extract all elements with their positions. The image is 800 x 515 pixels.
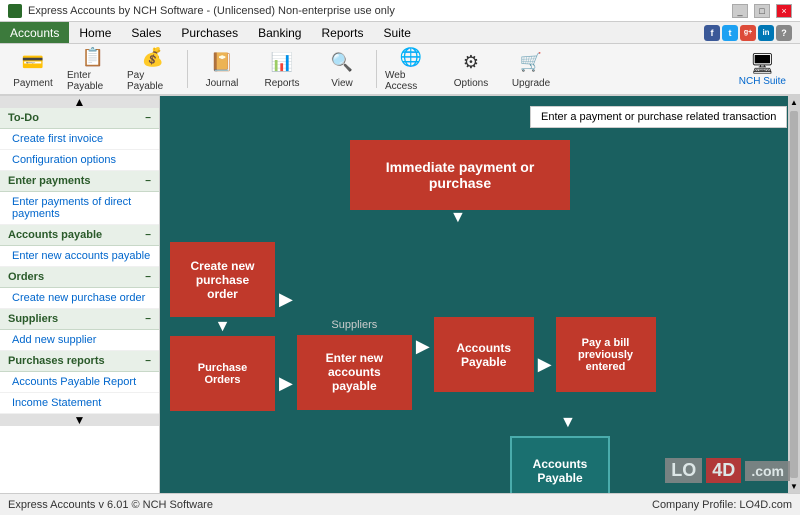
upgrade-button[interactable]: 🛒 Upgrade	[502, 46, 560, 92]
sidebar-item-create-invoice[interactable]: Create first invoice	[0, 129, 159, 150]
menu-reports[interactable]: Reports	[311, 22, 373, 43]
sidebar-item-ap-report[interactable]: Accounts Payable Report	[0, 372, 159, 393]
web-access-button[interactable]: 🌐 Web Access	[382, 46, 440, 92]
watermark-4d: 4D	[706, 458, 741, 483]
google-icon[interactable]: g+	[740, 25, 756, 41]
pay-payable-button[interactable]: 💰 Pay Payable	[124, 46, 182, 92]
status-right: Company Profile: LO4D.com	[652, 499, 792, 511]
sidebar-section-enter-payments[interactable]: Enter payments −	[0, 171, 159, 192]
title-text: Express Accounts by NCH Software - (Unli…	[28, 5, 395, 17]
bottom-accounts-payable-box: Accounts Payable	[510, 436, 610, 493]
scroll-up-arrow[interactable]: ▲	[790, 98, 798, 107]
app-icon	[8, 4, 22, 18]
separator-1	[187, 50, 188, 88]
upgrade-icon: 🛒	[517, 49, 545, 76]
sidebar-item-income-statement[interactable]: Income Statement	[0, 393, 159, 414]
top-section: Enter a payment or purchase related tran…	[170, 106, 790, 226]
reports-button[interactable]: 📊 Reports	[253, 46, 311, 92]
right-arrow-3: ▶	[416, 336, 430, 357]
watermark-lo: LO	[665, 458, 702, 483]
immediate-payment-box: Immediate payment or purchase	[350, 140, 570, 210]
journal-icon: 📔	[208, 49, 236, 76]
scroll-thumb[interactable]	[790, 111, 798, 478]
arrow-right-3: ▶	[534, 317, 556, 411]
company-profile: Company Profile: LO4D.com	[652, 499, 792, 511]
minimize-button[interactable]: _	[732, 4, 748, 18]
view-icon: 🔍	[328, 49, 356, 76]
separator-2	[376, 50, 377, 88]
sidebar-scroll-up[interactable]: ▲	[0, 96, 159, 108]
linkedin-icon[interactable]: in	[758, 25, 774, 41]
window-controls[interactable]: _ □ ×	[732, 4, 792, 18]
pay-bill-col: Pay a bill previously entered	[556, 317, 656, 411]
options-button[interactable]: ⚙ Options	[442, 46, 500, 92]
sidebar-item-config[interactable]: Configuration options	[0, 150, 159, 171]
arrow-right-2: ▶	[412, 282, 434, 411]
pay-bill-box: Pay a bill previously entered	[556, 317, 656, 392]
sidebar-item-create-purchase-order[interactable]: Create new purchase order	[0, 288, 159, 309]
down-arrow-from-immediate: ▼	[450, 210, 790, 226]
suppliers-label-top: Suppliers	[331, 319, 377, 331]
payment-icon: 💳	[19, 49, 47, 76]
menu-banking[interactable]: Banking	[248, 22, 311, 43]
enter-payable-button[interactable]: 📋 Enter Payable	[64, 46, 122, 92]
sidebar-section-todo[interactable]: To-Do −	[0, 108, 159, 129]
view-button[interactable]: 🔍 View	[313, 46, 371, 92]
sidebar-section-orders[interactable]: Orders −	[0, 267, 159, 288]
menu-home[interactable]: Home	[69, 22, 121, 43]
hint-box: Enter a payment or purchase related tran…	[530, 106, 787, 128]
left-col: Create new purchase order ▼ Purchase Ord…	[170, 242, 275, 411]
accounts-payable-box: Accounts Payable	[434, 317, 534, 392]
content-area: ▲ ▼ Enter a payment or purchase related …	[160, 96, 800, 493]
menu-sales[interactable]: Sales	[121, 22, 171, 43]
watermark: LO 4D .com	[665, 458, 790, 483]
scroll-down-arrow[interactable]: ▼	[790, 482, 798, 491]
menu-purchases[interactable]: Purchases	[171, 22, 248, 43]
right-arrow-bottom: ▶	[279, 373, 293, 394]
facebook-icon[interactable]: f	[704, 25, 720, 41]
journal-button[interactable]: 📔 Journal	[193, 46, 251, 92]
status-left: Express Accounts v 6.01 © NCH Software	[8, 499, 213, 511]
status-bar: Express Accounts v 6.01 © NCH Software C…	[0, 493, 800, 515]
maximize-button[interactable]: □	[754, 4, 770, 18]
sidebar: To-Do − Create first invoice Configurati…	[0, 108, 160, 414]
middle-col: Suppliers Enter new accounts payable	[297, 242, 412, 411]
toolbar: 💳 Payment 📋 Enter Payable 💰 Pay Payable …	[0, 44, 800, 96]
menu-accounts[interactable]: Accounts	[0, 22, 69, 43]
reports-icon: 📊	[268, 49, 296, 76]
web-access-icon: 🌐	[397, 47, 425, 68]
accounts-payable-col: Accounts Payable	[434, 317, 534, 411]
arrows-col: ▶ ▶	[275, 242, 297, 411]
create-purchase-order-box: Create new purchase order	[170, 242, 275, 317]
menu-suite[interactable]: Suite	[374, 22, 421, 43]
social-icons: f t g+ in ?	[704, 25, 792, 41]
down-arrow-1: ▼	[215, 317, 231, 336]
payment-button[interactable]: 💳 Payment	[4, 46, 62, 92]
main-layout: ▲ To-Do − Create first invoice Configura…	[0, 96, 800, 493]
flow-main-row: Create new purchase order ▼ Purchase Ord…	[170, 242, 790, 411]
close-button[interactable]: ×	[776, 4, 792, 18]
right-arrow-4: ▶	[538, 354, 552, 375]
sidebar-section-suppliers[interactable]: Suppliers −	[0, 309, 159, 330]
right-arrow-top: ▶	[279, 289, 293, 310]
pay-payable-icon: 💰	[139, 47, 167, 68]
help-icon[interactable]: ?	[776, 25, 792, 41]
enter-accounts-payable-box: Enter new accounts payable	[297, 335, 412, 410]
options-icon: ⚙	[457, 49, 485, 76]
sidebar-item-add-supplier[interactable]: Add new supplier	[0, 330, 159, 351]
sidebar-section-purchases-reports[interactable]: Purchases reports −	[0, 351, 159, 372]
menu-bar: Accounts Home Sales Purchases Banking Re…	[0, 22, 800, 44]
sidebar-item-direct-payments[interactable]: Enter payments of direct payments	[0, 192, 159, 225]
enter-payable-icon: 📋	[79, 47, 107, 68]
down-arrow-2: ▼	[560, 413, 790, 432]
title-bar: Express Accounts by NCH Software - (Unli…	[0, 0, 800, 22]
sidebar-section-accounts-payable[interactable]: Accounts payable −	[0, 225, 159, 246]
flow-diagram: Enter a payment or purchase related tran…	[170, 106, 790, 493]
nch-suite-label[interactable]: NCH Suite	[739, 76, 786, 87]
sidebar-scroll-down[interactable]: ▼	[0, 414, 159, 426]
sidebar-item-new-accounts-payable[interactable]: Enter new accounts payable	[0, 246, 159, 267]
twitter-icon[interactable]: t	[722, 25, 738, 41]
purchase-orders-box: Purchase Orders	[170, 336, 275, 411]
watermark-com: .com	[745, 461, 790, 481]
